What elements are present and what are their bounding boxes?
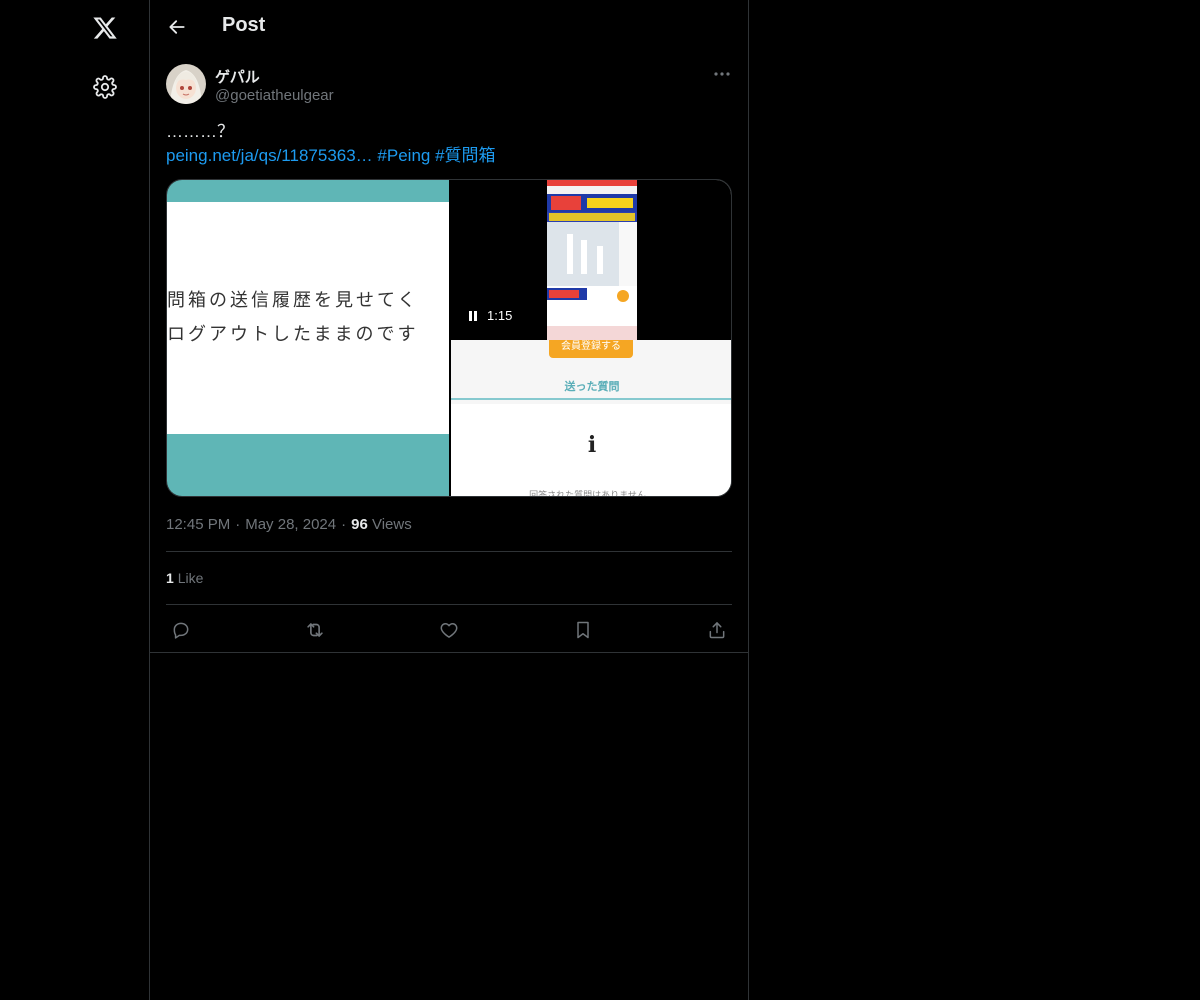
divider	[166, 551, 732, 552]
heart-icon[interactable]	[437, 618, 461, 642]
image-text-line: 問箱の送信履歴を見せてく	[167, 290, 419, 311]
x-logo-icon[interactable]	[87, 10, 123, 46]
sent-questions-label: 送った質問	[564, 381, 620, 393]
info-icon: i	[587, 432, 597, 458]
post-media: 問箱の送信履歴を見せてく ログアウトしたままのです 1:15 会員登録する 送っ…	[166, 179, 732, 497]
avatar[interactable]	[166, 64, 206, 104]
left-nav	[0, 0, 150, 1000]
gear-icon[interactable]	[88, 70, 122, 104]
likes-count: 1	[166, 570, 174, 586]
divider	[451, 398, 731, 400]
image-text-line: ログアウトしたままのです	[167, 324, 419, 345]
pause-button[interactable]: 1:15	[467, 308, 512, 323]
image-card: 問箱の送信履歴を見せてく ログアウトしたままのです	[167, 202, 449, 434]
share-icon[interactable]	[705, 618, 729, 642]
repost-icon[interactable]	[303, 618, 327, 642]
likes-link[interactable]: 1 Like	[166, 570, 203, 586]
views-label: Views	[371, 516, 412, 533]
empty-state-text: 回答された質問はありません。	[529, 490, 655, 497]
media-image[interactable]: 問箱の送信履歴を見せてく ログアウトしたままのです	[167, 180, 449, 496]
video-player[interactable]: 1:15	[451, 180, 731, 340]
hashtag-peing[interactable]: #Peing	[377, 146, 430, 165]
page-title: Post	[222, 14, 266, 36]
author-handle[interactable]: @goetiatheulgear	[215, 87, 334, 104]
arrow-left-icon[interactable]	[162, 12, 192, 42]
post-meta: 12:45 PM · May 28, 2024 · 96 Views	[166, 516, 412, 533]
bookmark-icon[interactable]	[571, 618, 595, 642]
likes-label: Like	[177, 570, 204, 586]
register-button-screenshot: 会員登録する	[549, 340, 633, 358]
hashtag-question-box[interactable]: #質問箱	[435, 146, 495, 165]
video-thumbnail	[547, 180, 637, 340]
post-actions	[166, 618, 732, 642]
pause-icon	[469, 310, 477, 321]
post-link[interactable]: peing.net/ja/qs/11875363…	[166, 146, 373, 165]
main-column: Post ゲパル @goetiatheulgear ………？ peing.net…	[149, 0, 749, 1000]
display-name[interactable]: ゲパル	[215, 66, 260, 87]
divider	[166, 604, 732, 605]
post-time[interactable]: 12:45 PM	[166, 516, 230, 533]
empty-state-panel: i 回答された質問はありません。	[451, 404, 731, 497]
reply-icon[interactable]	[169, 618, 193, 642]
video-time: 1:15	[487, 308, 513, 323]
post-date[interactable]: May 28, 2024	[245, 516, 336, 533]
divider	[150, 652, 748, 653]
more-options-icon[interactable]	[712, 64, 732, 84]
media-video[interactable]: 1:15 会員登録する 送った質問 i 回答された質問はありません。	[451, 180, 731, 497]
views-count: 96	[351, 516, 368, 533]
post-header: Post	[150, 0, 748, 54]
post-body: ………？	[166, 122, 234, 141]
post-author: ゲパル @goetiatheulgear	[166, 64, 732, 108]
post-text: ………？ peing.net/ja/qs/11875363… #Peing #質…	[166, 120, 732, 168]
